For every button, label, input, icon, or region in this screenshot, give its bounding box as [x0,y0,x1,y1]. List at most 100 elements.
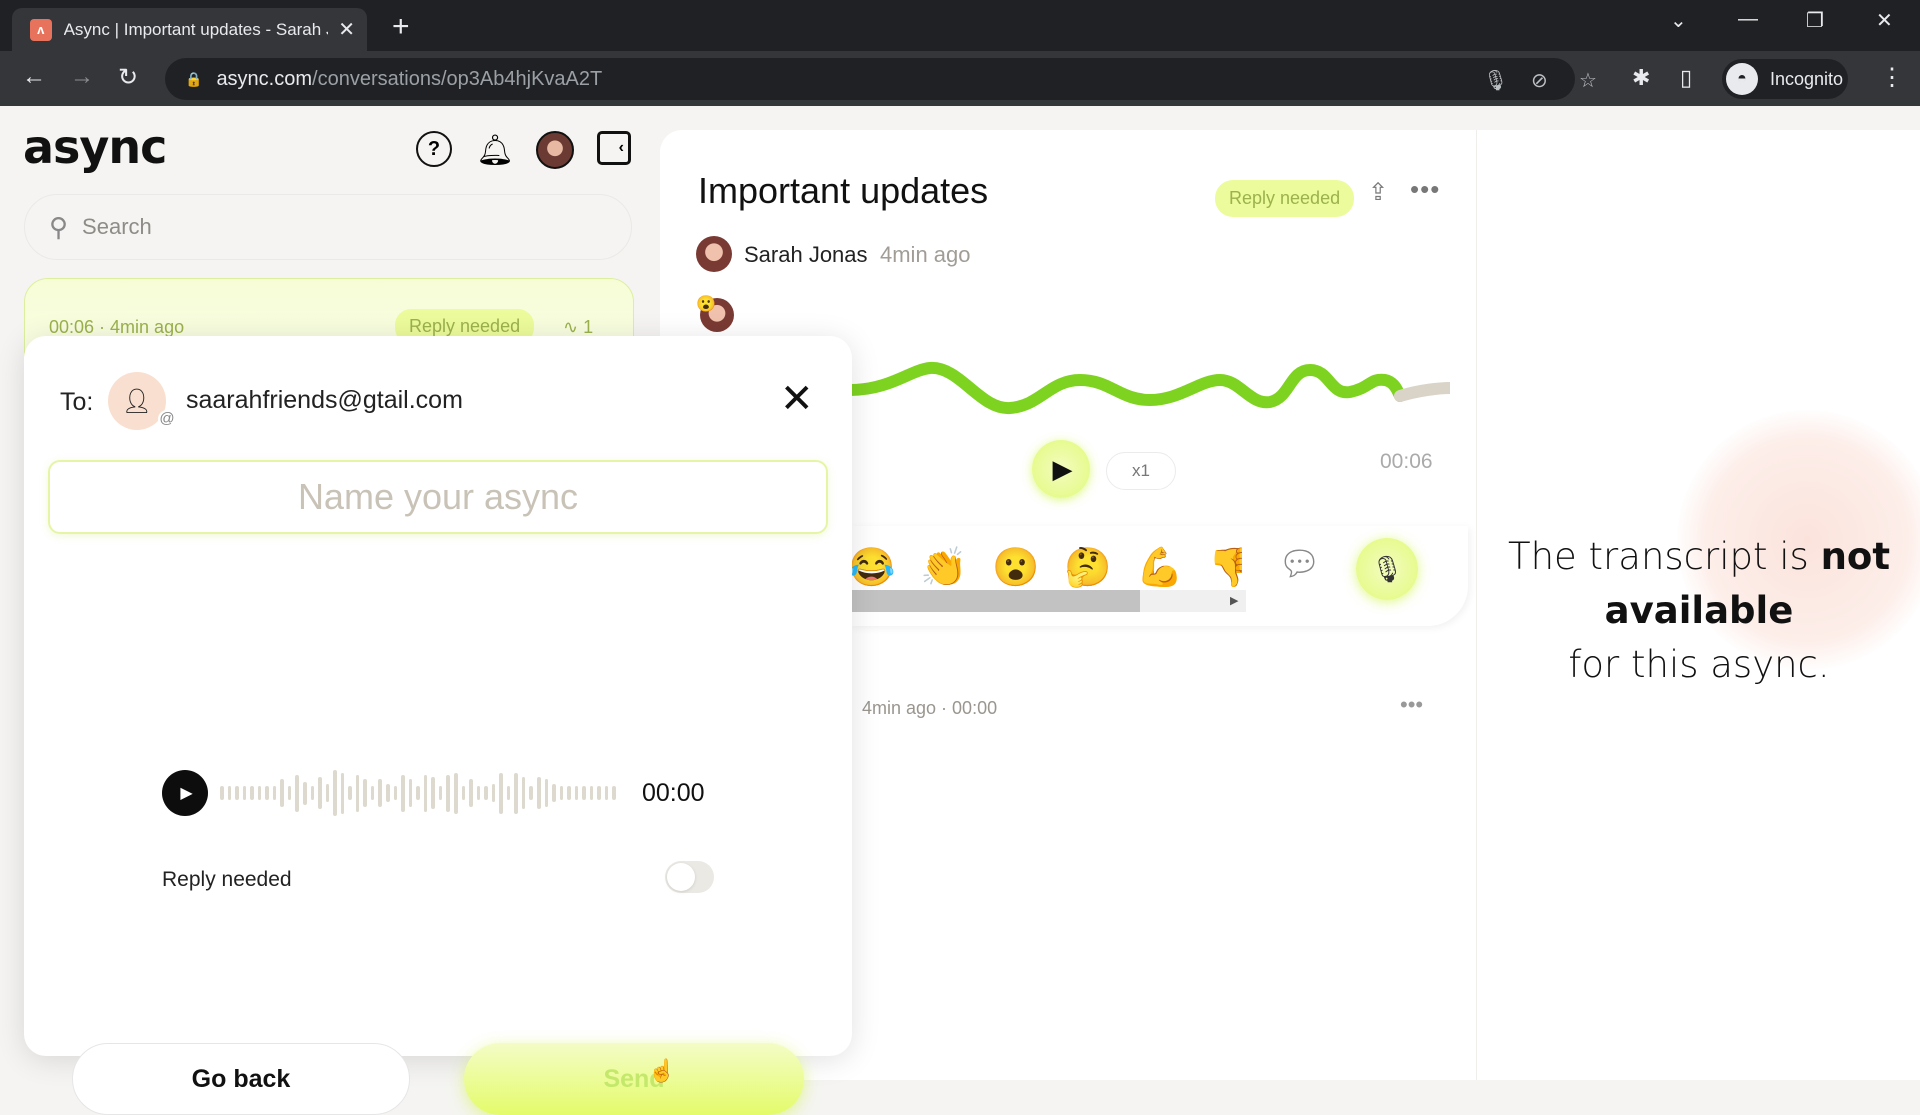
share-icon[interactable]: ⇪ [1368,178,1388,207]
play-recording-button[interactable]: ▶ [162,770,208,816]
address-bar[interactable]: 🔒 async.com/conversations/op3Ab4hjKvaA2T… [165,58,1597,100]
forward-icon[interactable]: → [70,63,94,91]
waveform-bar [423,774,428,812]
emoji-surprised[interactable]: 😮 [992,546,1039,590]
waveform-bar [574,786,579,800]
comment-icon[interactable]: 💬︎ [1278,544,1321,584]
extensions-icon[interactable]: ✱ [1632,65,1650,91]
search-input[interactable] [82,214,583,240]
author-name: Sarah Jonas [744,242,868,267]
waveform-bar [242,786,247,800]
back-icon[interactable]: ← [22,63,46,91]
url-host: async.com [216,67,313,90]
waveform-bar [318,777,322,809]
waveform-bar [272,786,277,800]
record-reply-button[interactable]: 🎙︎ [1356,538,1418,600]
waveform-bar [544,779,549,807]
conversation-title: Important updates [698,170,989,211]
star-icon[interactable]: ☆ [1579,68,1597,93]
waveform-bar [220,786,224,800]
more-options-icon[interactable]: ••• [1410,174,1440,205]
search-icon: ⚲ [49,211,69,242]
play-button[interactable]: ▶ [1032,440,1090,498]
person-icon: 👤︎ [121,387,153,415]
help-icon[interactable]: ? [416,131,452,167]
async-logo[interactable]: async [23,120,167,174]
new-tab-button[interactable]: + [392,10,410,44]
emoji-clapping[interactable]: 👏 [920,546,967,590]
reply-needed-badge[interactable]: Reply needed [1215,180,1355,217]
close-window-button[interactable]: ✕ [1876,8,1893,33]
waveform-bar [597,786,601,800]
mouse-cursor-icon: ☝ [648,1058,676,1083]
reaction-bar: 😂 👏 😮 🤔 💪 👎 ▶ 💬︎ 🎙︎ [848,526,1468,626]
restore-button[interactable]: ❐ [1806,8,1824,33]
emoji-flexed-biceps[interactable]: 💪 [1136,546,1183,590]
close-icon[interactable]: ✕ [780,376,814,422]
browser-toolbar: ← → ↻ 🔒 async.com/conversations/op3Ab4hj… [0,51,1920,106]
emoji-thinking[interactable]: 🤔 [1064,546,1111,590]
waveform-bar [257,786,262,800]
minimize-button[interactable]: — [1738,8,1758,31]
recording-waveform[interactable] [220,768,620,818]
waveform-bar [431,777,435,809]
waveform-bar [393,786,398,800]
waveform-bar [521,777,526,809]
waveform-bar [280,779,284,807]
waveform-bar [370,786,375,800]
search-box[interactable]: ⚲ [24,194,632,260]
close-tab-icon[interactable]: ✕ [338,17,355,42]
waveform-bar [295,774,300,812]
waveform-bar [235,786,239,800]
emoji-scrollbar-thumb[interactable] [850,590,1140,612]
emoji-laughing[interactable]: 😂 [848,546,895,590]
browser-tab-bar: ʌ Async | Important updates - Sarah Jona… [0,0,1920,51]
scroll-right-arrow-icon[interactable]: ▶ [1230,594,1238,607]
recipient-email: saarahfriends@gtail.com [186,386,463,414]
go-back-button[interactable]: Go back [72,1043,410,1115]
post-time: 4min ago [880,242,971,267]
waveform-played [850,362,1406,414]
emoji-thumbs-down[interactable]: 👎 [1208,546,1242,590]
browser-menu-icon[interactable]: ⋮ [1880,63,1904,92]
browser-tab[interactable]: ʌ Async | Important updates - Sarah Jona… [12,8,367,51]
waveform-bar [265,786,269,800]
audio-waveform[interactable] [850,330,1450,430]
playback-speed-button[interactable]: x1 [1106,452,1176,490]
waveform-bar [355,774,360,812]
waveform-bar [408,779,413,807]
waveform-bar [227,786,232,800]
waveform-bar [333,770,337,816]
microphone-icon: 🎙︎ [1370,553,1404,584]
waveform-bar [484,786,488,800]
eye-off-icon[interactable]: ⊘ [1531,68,1548,93]
side-panel-icon[interactable]: ▯ [1680,65,1692,91]
conversation-meta: 00:06 · 4min ago [49,317,185,337]
transcript-unavailable-message: The transcript is not available for this… [1477,530,1920,692]
url-path: /conversations/op3Ab4hjKvaA2T [312,67,603,90]
waveform-bar [348,786,352,800]
microphone-icon[interactable]: 🎙 [1483,68,1508,93]
async-name-field[interactable] [48,460,828,534]
waveform-bar [325,784,330,802]
waveform-bar [552,784,556,802]
waveform-bar [529,786,533,800]
emoji-scrollbar[interactable]: ▶ [850,590,1246,612]
tab-title: Async | Important updates - Sarah Jonas [63,19,329,39]
reply-more-icon[interactable]: ••• [1400,692,1423,718]
waveform-bar [250,786,254,800]
async-name-input[interactable] [50,476,826,518]
reply-needed-toggle[interactable] [665,861,714,893]
reload-icon[interactable]: ↻ [118,63,138,92]
transcript-text-bold: available [1604,589,1794,632]
activity-count: ∿ 1 [563,317,593,338]
user-avatar[interactable] [536,131,574,169]
tab-search-icon[interactable]: ⌄ [1670,8,1687,33]
incognito-profile[interactable]: ◓ Incognito [1722,59,1848,99]
send-button[interactable]: Send [464,1043,804,1115]
transcript-text: The transcript is [1507,535,1821,578]
bell-icon[interactable]: 🔔︎ [476,131,514,169]
waveform-bar [506,786,511,800]
waveform-bar [401,774,405,812]
collapse-sidebar-icon[interactable]: ‹ [597,131,631,165]
